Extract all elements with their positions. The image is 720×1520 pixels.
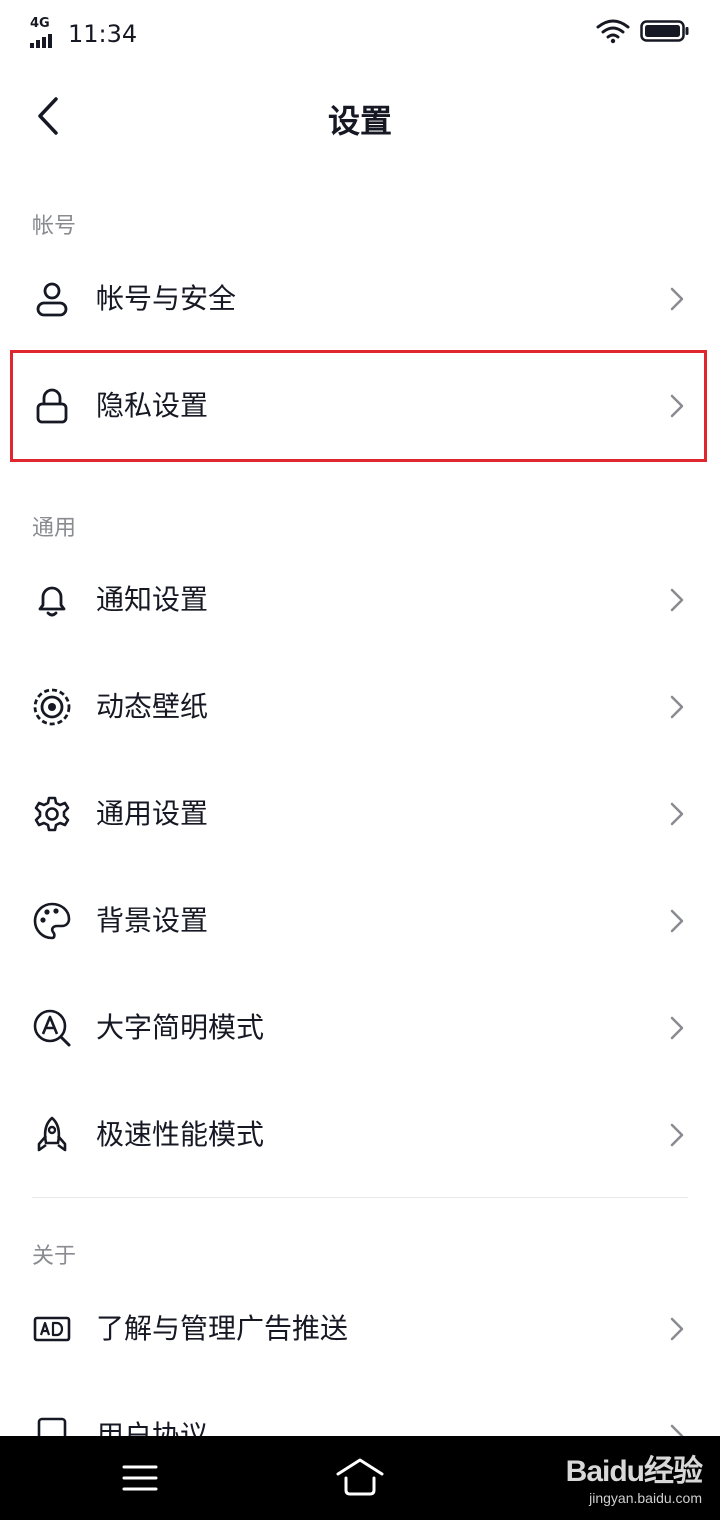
- rocket-icon: [37, 1116, 67, 1152]
- status-bar: 4G 11:34: [0, 0, 720, 66]
- user-icon: [36, 282, 68, 317]
- row-general-settings[interactable]: 通用设置: [0, 761, 720, 867]
- wifi-icon: [596, 19, 630, 44]
- row-label: 大字简明模式: [96, 1011, 265, 1044]
- status-left: 4G 11:34: [30, 14, 137, 54]
- row-notification-settings[interactable]: 通知设置: [0, 547, 720, 653]
- section-header-account: 帐号: [32, 214, 77, 239]
- row-large-text-mode[interactable]: 大字简明模式: [0, 975, 720, 1081]
- home-icon[interactable]: [330, 1452, 390, 1502]
- large-text-icon: [33, 1009, 71, 1047]
- lock-icon: [36, 388, 68, 424]
- row-label: 通用设置: [96, 797, 209, 830]
- status-time: 11:34: [68, 20, 138, 48]
- row-live-wallpaper[interactable]: 动态壁纸: [0, 654, 720, 760]
- row-label: 隐私设置: [96, 389, 209, 422]
- section-header-general: 通用: [32, 516, 77, 541]
- menu-icon[interactable]: [110, 1458, 170, 1498]
- ad-icon: [33, 1316, 71, 1342]
- row-background-settings[interactable]: 背景设置: [0, 868, 720, 974]
- row-label: 通知设置: [96, 583, 209, 616]
- nav-bar: 设置: [0, 66, 720, 166]
- row-ad-management[interactable]: 了解与管理广告推送: [0, 1276, 720, 1382]
- chevron-right-icon: [670, 909, 684, 933]
- row-account-security[interactable]: 帐号与安全: [0, 246, 720, 352]
- bell-icon: [38, 586, 66, 617]
- live-wallpaper-icon: [33, 688, 71, 726]
- cellular-signal-icon: 4G: [30, 16, 62, 50]
- section-divider: [32, 1197, 688, 1198]
- row-label: 极速性能模式: [96, 1118, 265, 1151]
- chevron-right-icon: [670, 695, 684, 719]
- chevron-right-icon: [670, 802, 684, 826]
- row-performance-mode[interactable]: 极速性能模式: [0, 1082, 720, 1188]
- system-navigation-bar: Baidu经验 jingyan.baidu.com: [0, 1436, 720, 1520]
- row-label: 了解与管理广告推送: [96, 1312, 349, 1345]
- chevron-right-icon: [670, 394, 684, 418]
- page-title: 设置: [327, 102, 392, 140]
- row-label: 动态壁纸: [96, 690, 209, 723]
- section-header-about: 关于: [32, 1244, 77, 1269]
- baidu-watermark: Baidu经验 jingyan.baidu.com: [532, 1440, 703, 1516]
- gear-icon: [34, 796, 70, 832]
- row-label: 帐号与安全: [96, 282, 237, 315]
- chevron-right-icon: [670, 1123, 684, 1147]
- watermark-text: Baidu经验: [565, 1455, 703, 1488]
- network-type: 4G: [30, 16, 50, 31]
- chevron-right-icon: [670, 1317, 684, 1341]
- row-label: 背景设置: [96, 904, 209, 937]
- status-right: [596, 18, 690, 44]
- palette-icon: [33, 902, 71, 940]
- chevron-right-icon: [670, 1016, 684, 1040]
- row-privacy-settings[interactable]: 隐私设置: [0, 353, 720, 459]
- chevron-right-icon: [670, 588, 684, 612]
- watermark-subtext: jingyan.baidu.com: [589, 1490, 702, 1506]
- battery-icon: [640, 20, 689, 42]
- chevron-right-icon: [670, 287, 684, 311]
